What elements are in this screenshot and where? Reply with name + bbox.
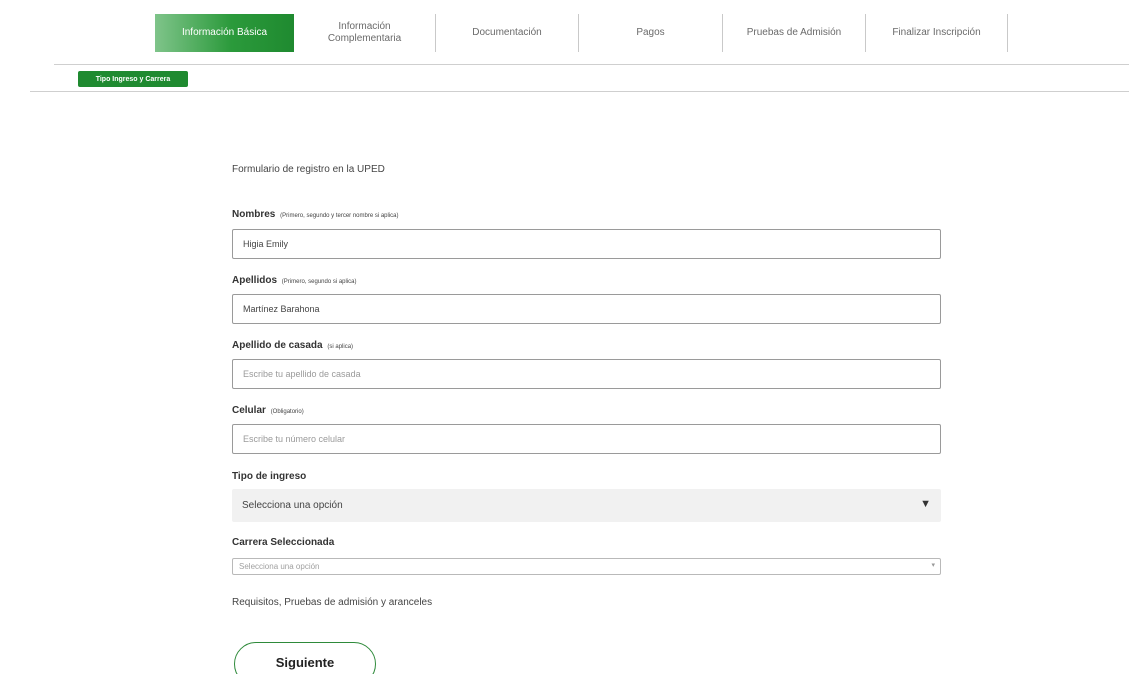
tab-informacion-basica[interactable]: Información Básica bbox=[155, 14, 294, 52]
chevron-down-icon: ▾ bbox=[931, 562, 935, 569]
divider bbox=[30, 91, 1129, 92]
tab-label: Finalizar Inscripción bbox=[892, 27, 981, 38]
apellidos-label-text: Apellidos bbox=[232, 275, 278, 286]
apellidos-label: Apellidos (Primero, segundo si aplica) bbox=[232, 275, 357, 286]
celular-label: Celular (Obligatorio) bbox=[232, 405, 304, 416]
tab-informacion-complementaria[interactable]: Información Complementaria bbox=[294, 14, 436, 52]
tab-finalizar-inscripcion[interactable]: Finalizar Inscripción bbox=[866, 14, 1008, 52]
casada-label-text: Apellido de casada bbox=[232, 340, 323, 351]
apellido-casada-input[interactable]: Escribe tu apellido de casada bbox=[232, 359, 941, 389]
tipo-ingreso-select[interactable]: Selecciona una opción ▼ bbox=[232, 489, 941, 522]
form-title: Formulario de registro en la UPED bbox=[232, 164, 385, 175]
celular-label-text: Celular bbox=[232, 405, 266, 416]
casada-label: Apellido de casada (si aplica) bbox=[232, 340, 353, 351]
casada-hint: (si aplica) bbox=[327, 344, 354, 350]
caret-down-icon: ▼ bbox=[920, 498, 931, 510]
tab-label: Información Complementaria bbox=[328, 21, 401, 45]
tab-label: Pagos bbox=[636, 27, 665, 38]
tipo-ingreso-selected: Selecciona una opción bbox=[242, 500, 343, 511]
tab-documentacion[interactable]: Documentación bbox=[436, 14, 579, 52]
requirements-link[interactable]: Requisitos, Pruebas de admisión y arance… bbox=[232, 597, 432, 608]
wizard-steps: Información Básica Información Complemen… bbox=[155, 14, 1008, 52]
celular-hint: (Obligatorio) bbox=[270, 409, 304, 415]
tab-pruebas-de-admision[interactable]: Pruebas de Admisión bbox=[723, 14, 866, 52]
tipo-ingreso-label: Tipo de ingreso bbox=[232, 471, 307, 482]
subtab-tipo-ingreso-carrera[interactable]: Tipo Ingreso y Carrera bbox=[78, 71, 188, 87]
next-button[interactable]: Siguiente bbox=[234, 642, 376, 674]
tab-label: Pruebas de Admisión bbox=[746, 27, 842, 38]
divider bbox=[54, 64, 1129, 65]
carrera-select[interactable]: Selecciona una opción ▾ bbox=[232, 558, 941, 575]
nombres-label-text: Nombres bbox=[232, 209, 276, 220]
nombres-input[interactable]: Higia Emily bbox=[232, 229, 941, 259]
tab-label: Documentación bbox=[472, 27, 542, 38]
nombres-hint: (Primero, segundo y tercer nombre si apl… bbox=[280, 213, 399, 219]
tab-label-line1: Información bbox=[338, 21, 391, 32]
carrera-label: Carrera Seleccionada bbox=[232, 537, 335, 548]
tab-label-line2: Complementaria bbox=[327, 33, 402, 44]
tab-label: Información Básica bbox=[181, 27, 268, 38]
apellidos-input[interactable]: Martínez Barahona bbox=[232, 294, 941, 324]
carrera-selected: Selecciona una opción bbox=[239, 562, 320, 571]
celular-input[interactable]: Escribe tu número celular bbox=[232, 424, 941, 454]
tab-pagos[interactable]: Pagos bbox=[579, 14, 723, 52]
apellidos-hint: (Primero, segundo si aplica) bbox=[281, 279, 357, 285]
nombres-label: Nombres (Primero, segundo y tercer nombr… bbox=[232, 209, 399, 220]
